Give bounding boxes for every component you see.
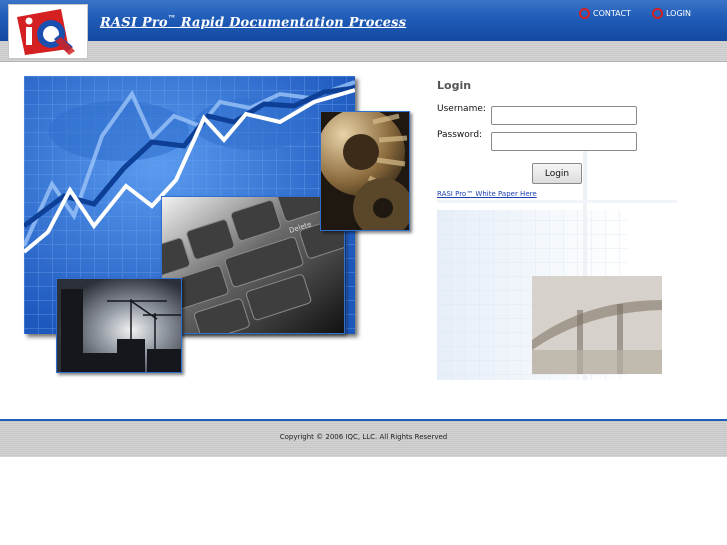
password-input[interactable] [491, 132, 637, 151]
logo-text: iQ [9, 5, 10, 6]
hero-collage: Delete [24, 76, 414, 376]
site-title[interactable]: RASI Pro™ Rapid Documentation Process [100, 13, 406, 30]
faded-art-graphic [437, 150, 677, 380]
username-input[interactable] [491, 106, 637, 125]
white-paper-link[interactable]: RASI Pro™ White Paper Here [437, 190, 537, 198]
keyboard-photo: Delete [161, 196, 345, 334]
header-subbar [0, 41, 727, 62]
nav-login-link[interactable]: LOGIN [652, 8, 691, 19]
gears-graphic [321, 112, 409, 230]
construction-photo [56, 278, 182, 373]
nav-login-label: LOGIN [666, 9, 692, 18]
site-title-name: RASI Pro [100, 15, 168, 31]
header-bar: RASI Pro™ Rapid Documentation Process CO… [0, 0, 727, 41]
iqc-logo-icon: iQ [9, 5, 85, 56]
keyboard-graphic: Delete [162, 197, 344, 333]
faded-background-art [437, 150, 677, 380]
site-title-subtitle: Rapid Documentation Process [175, 15, 407, 31]
nav-contact-link[interactable]: CONTACT [579, 8, 631, 19]
red-ring-icon [652, 8, 663, 19]
gears-photo [320, 111, 410, 231]
nav-contact-label: CONTACT [593, 9, 631, 18]
username-label: Username: [437, 104, 486, 114]
copyright-text: Copyright © 2006 IQC, LLC. All Rights Re… [279, 433, 448, 441]
red-ring-icon [579, 8, 590, 19]
login-heading: Login [437, 79, 472, 92]
company-logo[interactable]: iQ [8, 4, 88, 59]
trademark-symbol: ™ [167, 13, 176, 23]
construction-graphic [57, 279, 181, 372]
footer-bar: Copyright © 2006 IQC, LLC. All Rights Re… [0, 419, 727, 457]
login-button[interactable]: Login [532, 163, 582, 184]
password-label: Password: [437, 130, 483, 140]
